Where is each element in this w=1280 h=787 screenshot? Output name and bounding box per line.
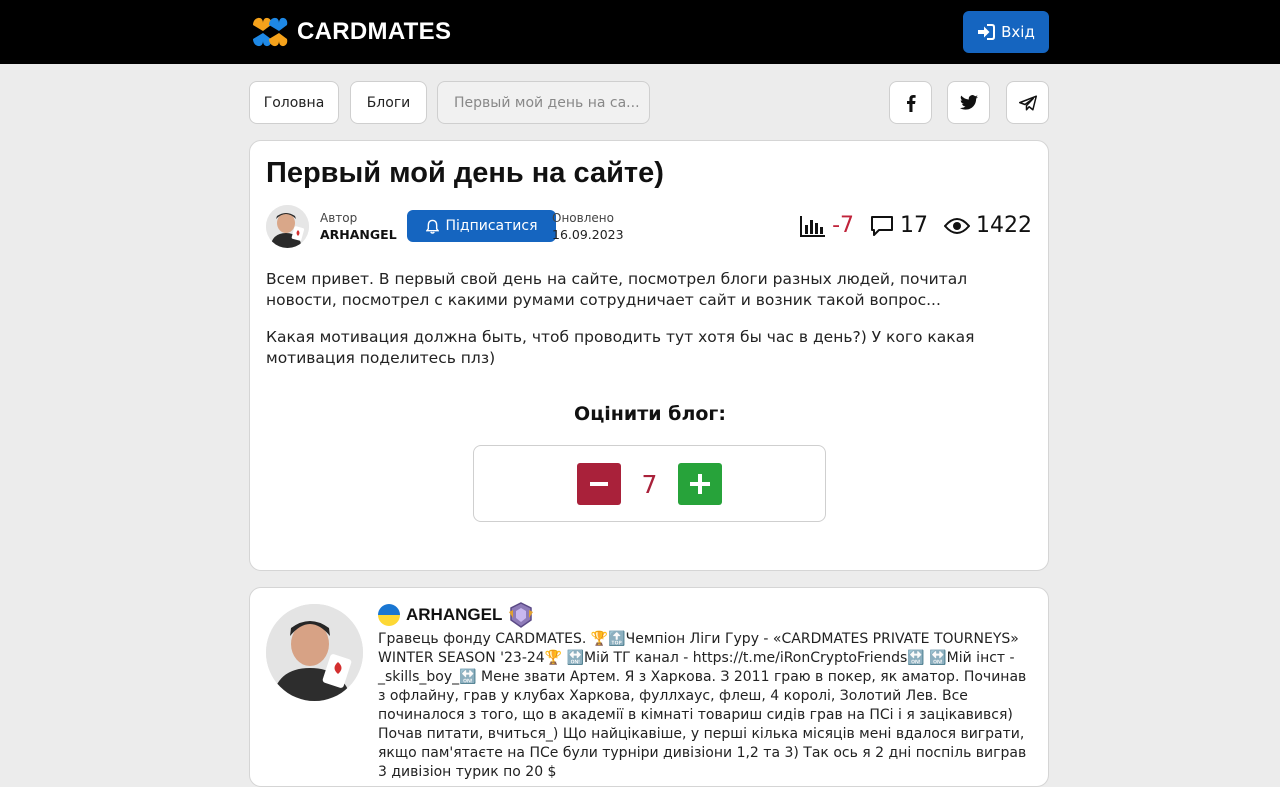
author-card-avatar-image xyxy=(266,604,363,701)
comments-count: 17 xyxy=(900,213,928,238)
post-paragraph: Какая мотивация должна быть, чтоб провод… xyxy=(266,328,975,367)
minus-icon xyxy=(590,482,608,486)
updated-label: Оновлено xyxy=(552,211,614,225)
top-bar: CARDMATES Вхід xyxy=(0,0,1280,64)
rate-value: 7 xyxy=(641,469,658,499)
telegram-icon xyxy=(1018,95,1037,110)
comment-icon xyxy=(871,215,893,236)
post-stats: -7 17 1422 xyxy=(800,213,1032,238)
author-name-link[interactable]: ARHANGEL xyxy=(320,227,397,242)
bell-icon xyxy=(425,219,439,234)
rate-widget: 7 xyxy=(473,445,826,522)
subscribe-label: Підписатися xyxy=(445,218,538,234)
views-count: 1422 xyxy=(976,213,1032,238)
author-card-header: ARHANGEL xyxy=(378,602,534,628)
post-title: Первый мой день на сайте) xyxy=(266,157,664,189)
rate-title: Оцінити блог: xyxy=(574,403,726,425)
logo-icon xyxy=(253,17,288,47)
rating-value: -7 xyxy=(832,213,854,238)
comments-stat[interactable]: 17 xyxy=(870,213,928,238)
author-card-name[interactable]: ARHANGEL xyxy=(406,605,502,625)
logo[interactable]: CARDMATES xyxy=(249,11,451,53)
author-avatar-image xyxy=(266,205,309,248)
plus-icon xyxy=(690,474,710,494)
rating-stat: -7 xyxy=(800,213,854,238)
telegram-share-button[interactable] xyxy=(1006,81,1049,124)
bar-chart-icon xyxy=(800,215,826,237)
post-card: Первый мой день на сайте) Автор ARHANGEL… xyxy=(249,140,1049,571)
subscribe-button[interactable]: Підписатися xyxy=(407,210,556,242)
post-paragraph: Всем привет. В первый свой день на сайте… xyxy=(266,270,968,309)
author-label: Автор xyxy=(320,211,358,225)
rank-badge-icon xyxy=(509,602,534,628)
twitter-icon xyxy=(959,95,978,110)
nav-row: Головна Блоги Первый мой день на са... xyxy=(249,81,1049,124)
login-label: Вхід xyxy=(1001,23,1035,41)
sign-in-icon xyxy=(978,24,996,40)
post-body: Всем привет. В первый свой день на сайте… xyxy=(266,269,1036,385)
eye-icon xyxy=(944,217,970,234)
author-avatar[interactable] xyxy=(266,205,309,248)
breadcrumb-current: Первый мой день на са... xyxy=(437,81,650,124)
logo-text: CARDMATES xyxy=(297,18,452,45)
twitter-share-button[interactable] xyxy=(947,81,990,124)
author-card: ARHANGEL Гравець фонду CARDMATES. 🏆🔝Чемп… xyxy=(249,587,1049,787)
updated-date: 16.09.2023 xyxy=(552,227,624,242)
ukraine-flag-icon xyxy=(378,604,400,626)
nav-home[interactable]: Головна xyxy=(249,81,339,124)
author-bio: Гравець фонду CARDMATES. 🏆🔝Чемпіон Ліги … xyxy=(378,631,1027,780)
login-button[interactable]: Вхід xyxy=(963,11,1049,53)
facebook-share-button[interactable] xyxy=(889,81,932,124)
views-stat: 1422 xyxy=(944,213,1032,238)
author-card-avatar[interactable] xyxy=(266,604,363,701)
facebook-icon xyxy=(906,94,916,112)
nav-blogs[interactable]: Блоги xyxy=(350,81,427,124)
rate-down-button[interactable] xyxy=(577,463,621,505)
rate-up-button[interactable] xyxy=(678,463,722,505)
